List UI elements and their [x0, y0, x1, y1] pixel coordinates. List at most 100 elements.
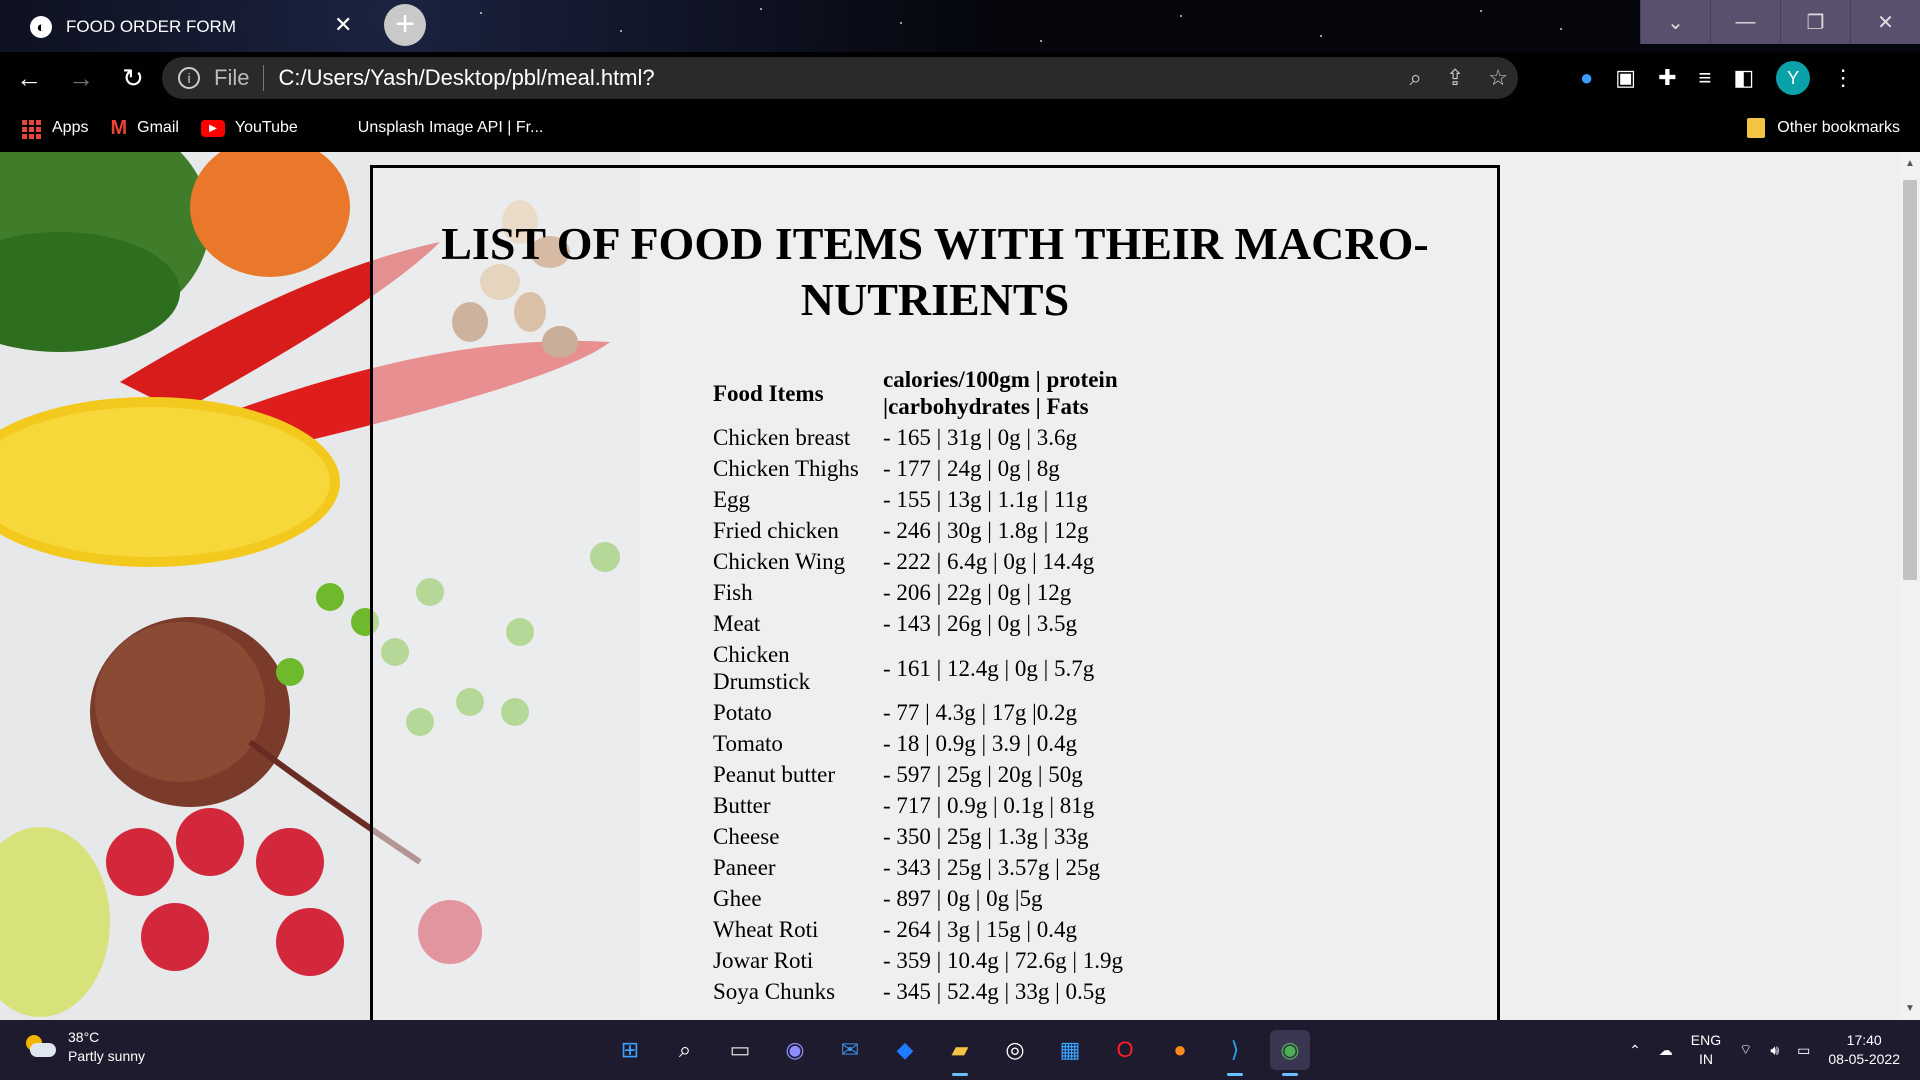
address-actions: ⌕ ⇪ ☆: [1410, 57, 1509, 99]
food-name: Egg: [713, 487, 751, 512]
food-name: Potato: [713, 700, 772, 725]
table-row: Cheese - 350 | 25g | 1.3g | 33g: [713, 821, 1143, 852]
clock-time: 17:40: [1846, 1032, 1882, 1048]
start-button[interactable]: ⊞: [610, 1030, 650, 1070]
profile-avatar[interactable]: Y: [1776, 61, 1811, 95]
new-tab-button[interactable]: +: [384, 4, 426, 46]
volume-icon[interactable]: 🔊︎: [1770, 1042, 1779, 1059]
bookmark-youtube[interactable]: ▶ YouTube: [200, 119, 298, 137]
bookmark-apps[interactable]: Apps: [22, 119, 88, 139]
table-row: Butter - 717 | 0.9g | 0.1g | 81g: [713, 790, 1143, 821]
page-title: LIST OF FOOD ITEMS WITH THEIR MACRO-NUTR…: [441, 218, 1429, 325]
scroll-down-arrow-icon[interactable]: ▼: [1904, 1003, 1916, 1014]
reading-list-icon[interactable]: ≡: [1699, 65, 1712, 91]
battery-icon[interactable]: ▭: [1797, 1042, 1810, 1059]
dropbox-icon[interactable]: ◆: [885, 1030, 925, 1070]
droplet-extension-icon[interactable]: ●: [1580, 65, 1593, 91]
onedrive-icon[interactable]: ☁: [1659, 1042, 1673, 1059]
table-row: Fish - 206 | 22g | 0g | 12g: [713, 577, 1143, 608]
language-code: ENG: [1690, 1032, 1722, 1048]
weather-widget[interactable]: 38°C Partly sunny: [24, 1028, 145, 1066]
chrome-icon[interactable]: ◉: [1270, 1030, 1310, 1076]
food-macros: - 264 | 3g | 15g | 0.4g: [883, 917, 1077, 942]
puzzle-extension-icon[interactable]: ✚: [1658, 65, 1676, 91]
restore-button[interactable]: ❐: [1780, 0, 1850, 44]
mail-icon[interactable]: ✉: [830, 1030, 870, 1070]
extensions-area: ● ▣ ✚ ≡ ◧ Y ⋮: [1580, 57, 1854, 99]
food-macros: - 359 | 10.4g | 72.6g | 1.9g: [883, 948, 1123, 973]
task-view-icon[interactable]: ▭: [720, 1030, 760, 1070]
zoom-icon[interactable]: ⌕: [1410, 65, 1422, 91]
page-scrollbar[interactable]: ▲ ▼: [1900, 152, 1920, 1020]
food-name: Tomato: [713, 731, 783, 756]
food-macros: - 155 | 13g | 1.1g | 11g: [883, 487, 1088, 512]
food-macros: - 177 | 24g | 0g | 8g: [883, 456, 1060, 481]
url-text[interactable]: C:/Users/Yash/Desktop/pbl/meal.html?: [278, 65, 654, 91]
scroll-up-arrow-icon[interactable]: ▲: [1904, 158, 1916, 169]
other-bookmarks[interactable]: Other bookmarks: [1747, 118, 1900, 138]
food-name: Fish: [713, 580, 753, 605]
tab-title: FOOD ORDER FORM: [66, 17, 236, 36]
food-macros: - 597 | 25g | 20g | 50g: [883, 762, 1083, 787]
file-label: File: [214, 65, 250, 90]
info-icon[interactable]: i: [178, 67, 200, 89]
store-icon[interactable]: ▦: [1050, 1030, 1090, 1070]
table-row: Meat - 143 | 26g | 0g | 3.5g: [713, 608, 1143, 639]
bookmark-unsplash[interactable]: Unsplash Image API | Fr...: [358, 119, 544, 137]
forward-icon[interactable]: →: [58, 55, 104, 101]
share-icon[interactable]: ⇪: [1446, 65, 1464, 91]
table-row: Jowar Roti - 359 | 10.4g | 72.6g | 1.9g: [713, 945, 1143, 976]
bookmark-gmail[interactable]: M Gmail: [110, 117, 178, 140]
food-macros: - 165 | 31g | 0g | 3.6g: [883, 425, 1077, 450]
browser-tab[interactable]: ◐ FOOD ORDER FORM: [14, 2, 370, 52]
tab-search-button[interactable]: ⌄: [1640, 0, 1710, 44]
side-panel-icon[interactable]: ◧: [1733, 65, 1754, 91]
menu-icon[interactable]: ⋮: [1832, 65, 1854, 91]
food-name: Chicken Drumstick: [713, 642, 811, 694]
file-explorer-icon[interactable]: ▰: [940, 1030, 980, 1076]
close-window-button[interactable]: ✕: [1850, 0, 1920, 44]
food-macros: - 343 | 25g | 3.57g | 25g: [883, 855, 1100, 880]
table-row: Fried chicken - 246 | 30g | 1.8g | 12g: [713, 515, 1143, 546]
apps-grid-icon: [22, 120, 42, 139]
clock[interactable]: 17:40 08-05-2022: [1828, 1031, 1900, 1069]
page-viewport: LIST OF FOOD ITEMS WITH THEIR MACRO-NUTR…: [0, 152, 1920, 1020]
firefox-icon[interactable]: ●: [1160, 1030, 1200, 1070]
vscode-icon[interactable]: ⟩: [1215, 1030, 1255, 1076]
opera-icon[interactable]: O: [1105, 1030, 1145, 1070]
minimize-button[interactable]: —: [1710, 0, 1780, 44]
table-row: Peanut butter - 597 | 25g | 20g | 50g: [713, 759, 1143, 790]
food-name: Chicken breast: [713, 425, 851, 450]
macronutrient-table: Food Items calories/100gm | protein |car…: [713, 364, 1143, 1007]
scrollbar-thumb[interactable]: [1903, 180, 1917, 580]
food-name: Paneer: [713, 855, 776, 880]
reload-icon[interactable]: ↻: [110, 55, 156, 101]
back-icon[interactable]: ←: [6, 55, 52, 101]
language-indicator[interactable]: ENG IN: [1691, 1031, 1721, 1069]
content-card: LIST OF FOOD ITEMS WITH THEIR MACRO-NUTR…: [370, 165, 1500, 1020]
system-tray: ⌃ ☁ ENG IN ⌔ 🔊︎ ▭ 17:40 08-05-2022: [1629, 1020, 1900, 1080]
table-row: Wheat Roti - 264 | 3g | 15g | 0.4g: [713, 914, 1143, 945]
address-bar[interactable]: i File C:/Users/Yash/Desktop/pbl/meal.ht…: [162, 57, 1518, 99]
search-icon[interactable]: ⌕: [665, 1030, 705, 1070]
windows-taskbar: 38°C Partly sunny ⊞ ⌕ ▭ ◉ ✉ ◆ ▰ ◎ ▦ O ● …: [0, 1020, 1920, 1080]
bookmark-label: Gmail: [137, 119, 179, 136]
gmail-icon: M: [110, 116, 128, 139]
close-tab-icon[interactable]: ✕: [334, 10, 352, 40]
food-macros: - 345 | 52.4g | 33g | 0.5g: [883, 979, 1106, 1004]
partly-sunny-icon: [24, 1035, 56, 1059]
food-name: Cheese: [713, 824, 780, 849]
weather-text: 38°C Partly sunny: [68, 1028, 145, 1066]
media-extension-icon[interactable]: ▣: [1615, 65, 1636, 91]
food-macros: - 18 | 0.9g | 3.9 | 0.4g: [883, 731, 1077, 756]
chevron-up-icon[interactable]: ⌃: [1629, 1042, 1641, 1059]
wifi-icon[interactable]: ⌔: [1739, 1041, 1752, 1059]
table-row: Tomato - 18 | 0.9g | 3.9 | 0.4g: [713, 728, 1143, 759]
teams-chat-icon[interactable]: ◉: [775, 1030, 815, 1070]
bookmark-star-icon[interactable]: ☆: [1488, 65, 1508, 91]
github-icon[interactable]: ◎: [995, 1030, 1035, 1070]
food-macros: - 77 | 4.3g | 17g |0.2g: [883, 700, 1077, 725]
food-macros: - 161 | 12.4g | 0g | 5.7g: [883, 655, 1095, 681]
column-header-food: Food Items: [713, 380, 824, 406]
address-divider: [263, 65, 265, 91]
